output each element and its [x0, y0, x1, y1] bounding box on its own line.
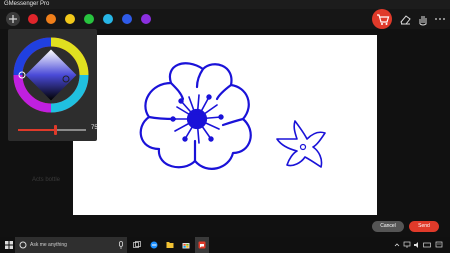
color-swatch-cyan[interactable] [103, 14, 113, 24]
volume-icon[interactable] [413, 241, 421, 249]
color-swatch-blue[interactable] [122, 14, 132, 24]
more-icon [435, 18, 445, 20]
edge-icon[interactable] [150, 241, 158, 249]
cancel-button[interactable]: Cancel [372, 221, 404, 232]
network-icon[interactable] [403, 241, 411, 249]
plus-circle-icon[interactable] [6, 12, 20, 26]
more-button[interactable] [430, 9, 450, 29]
search-placeholder: Ask me anything [30, 242, 67, 248]
windows-start-icon[interactable] [2, 237, 16, 253]
color-picker-panel: 75 [8, 29, 98, 141]
send-button[interactable]: Send [409, 221, 439, 232]
background-chat-text: Acts bottle [32, 177, 61, 183]
chevron-up-icon[interactable] [393, 241, 401, 249]
slider-fill [18, 129, 56, 131]
drawing-toolbar [0, 9, 450, 29]
keyboard-icon[interactable] [423, 241, 431, 249]
brush-size-value: 75 [91, 125, 98, 131]
brush-size-slider[interactable] [18, 125, 86, 135]
color-swatch-yellow[interactable] [65, 14, 75, 24]
color-swatch-orange[interactable] [46, 14, 56, 24]
taskbar-search[interactable]: Ask me anything [15, 237, 127, 253]
slider-thumb[interactable] [53, 125, 57, 135]
microphone-icon[interactable] [117, 237, 125, 253]
cart-icon [377, 14, 390, 25]
drawing-canvas[interactable] [73, 35, 377, 215]
color-swatch-red[interactable] [28, 14, 38, 24]
task-view-icon[interactable] [133, 241, 141, 249]
store-icon[interactable] [182, 241, 190, 249]
gmessenger-app-icon[interactable] [198, 241, 206, 249]
window-title: GMessenger Pro [0, 0, 450, 9]
taskbar: Ask me anything [0, 237, 450, 253]
color-swatch-purple[interactable] [141, 14, 151, 24]
color-swatch-green[interactable] [84, 14, 94, 24]
plus-icon [9, 15, 17, 23]
flower-drawing [139, 62, 326, 170]
file-explorer-icon[interactable] [166, 241, 174, 249]
notifications-icon[interactable] [435, 241, 443, 249]
cortana-icon [19, 241, 27, 249]
color-wheel[interactable] [8, 29, 97, 119]
cart-button[interactable] [372, 9, 392, 29]
